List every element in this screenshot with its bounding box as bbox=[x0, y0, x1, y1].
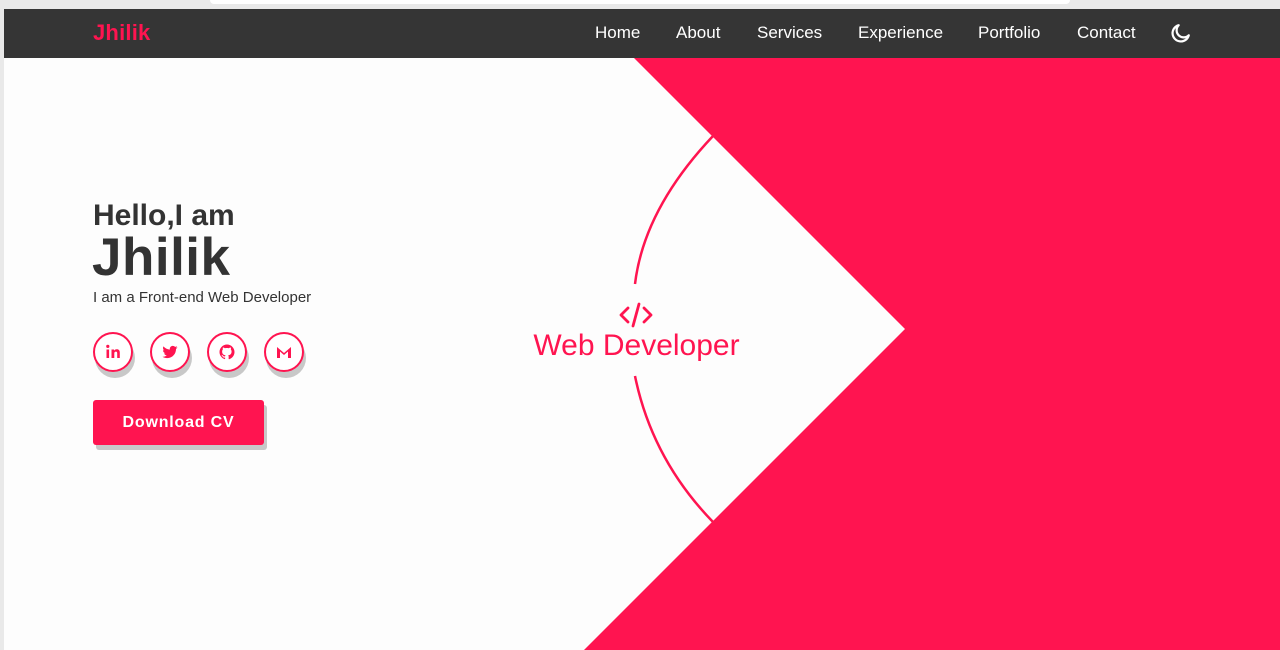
hero-tagline: I am a Front-end Web Developer bbox=[93, 289, 312, 306]
twitter-icon bbox=[162, 345, 178, 359]
download-cv-button[interactable]: Download CV bbox=[93, 400, 264, 445]
github-icon bbox=[219, 344, 235, 360]
linkedin-button[interactable] bbox=[93, 332, 133, 372]
nav-link-contact[interactable]: Contact bbox=[1077, 23, 1136, 43]
hero-name: Jhilik bbox=[92, 228, 231, 287]
nav-link-portfolio[interactable]: Portfolio bbox=[978, 23, 1040, 43]
code-icon bbox=[619, 302, 653, 328]
logo[interactable]: Jhilik bbox=[93, 20, 150, 46]
browser-top-strip bbox=[0, 0, 1280, 9]
twitter-button[interactable] bbox=[150, 332, 190, 372]
gmail-icon bbox=[277, 347, 291, 358]
nav-link-about[interactable]: About bbox=[676, 23, 720, 43]
theme-toggle-button[interactable] bbox=[1170, 22, 1192, 44]
github-button[interactable] bbox=[207, 332, 247, 372]
moon-icon bbox=[1171, 24, 1190, 43]
nav-link-services[interactable]: Services bbox=[757, 23, 822, 43]
page: Jhilik Home About Services Experience Po… bbox=[4, 9, 1280, 650]
nav-link-experience[interactable]: Experience bbox=[858, 23, 943, 43]
arc-top bbox=[633, 135, 714, 285]
gmail-button[interactable] bbox=[264, 332, 304, 372]
navbar: Jhilik Home About Services Experience Po… bbox=[4, 9, 1280, 58]
arc-bottom bbox=[633, 375, 714, 523]
nav-link-home[interactable]: Home bbox=[595, 23, 640, 43]
role-label: Web Developer bbox=[533, 329, 740, 362]
linkedin-icon bbox=[106, 344, 120, 358]
browser-tab-edge bbox=[210, 0, 1070, 4]
